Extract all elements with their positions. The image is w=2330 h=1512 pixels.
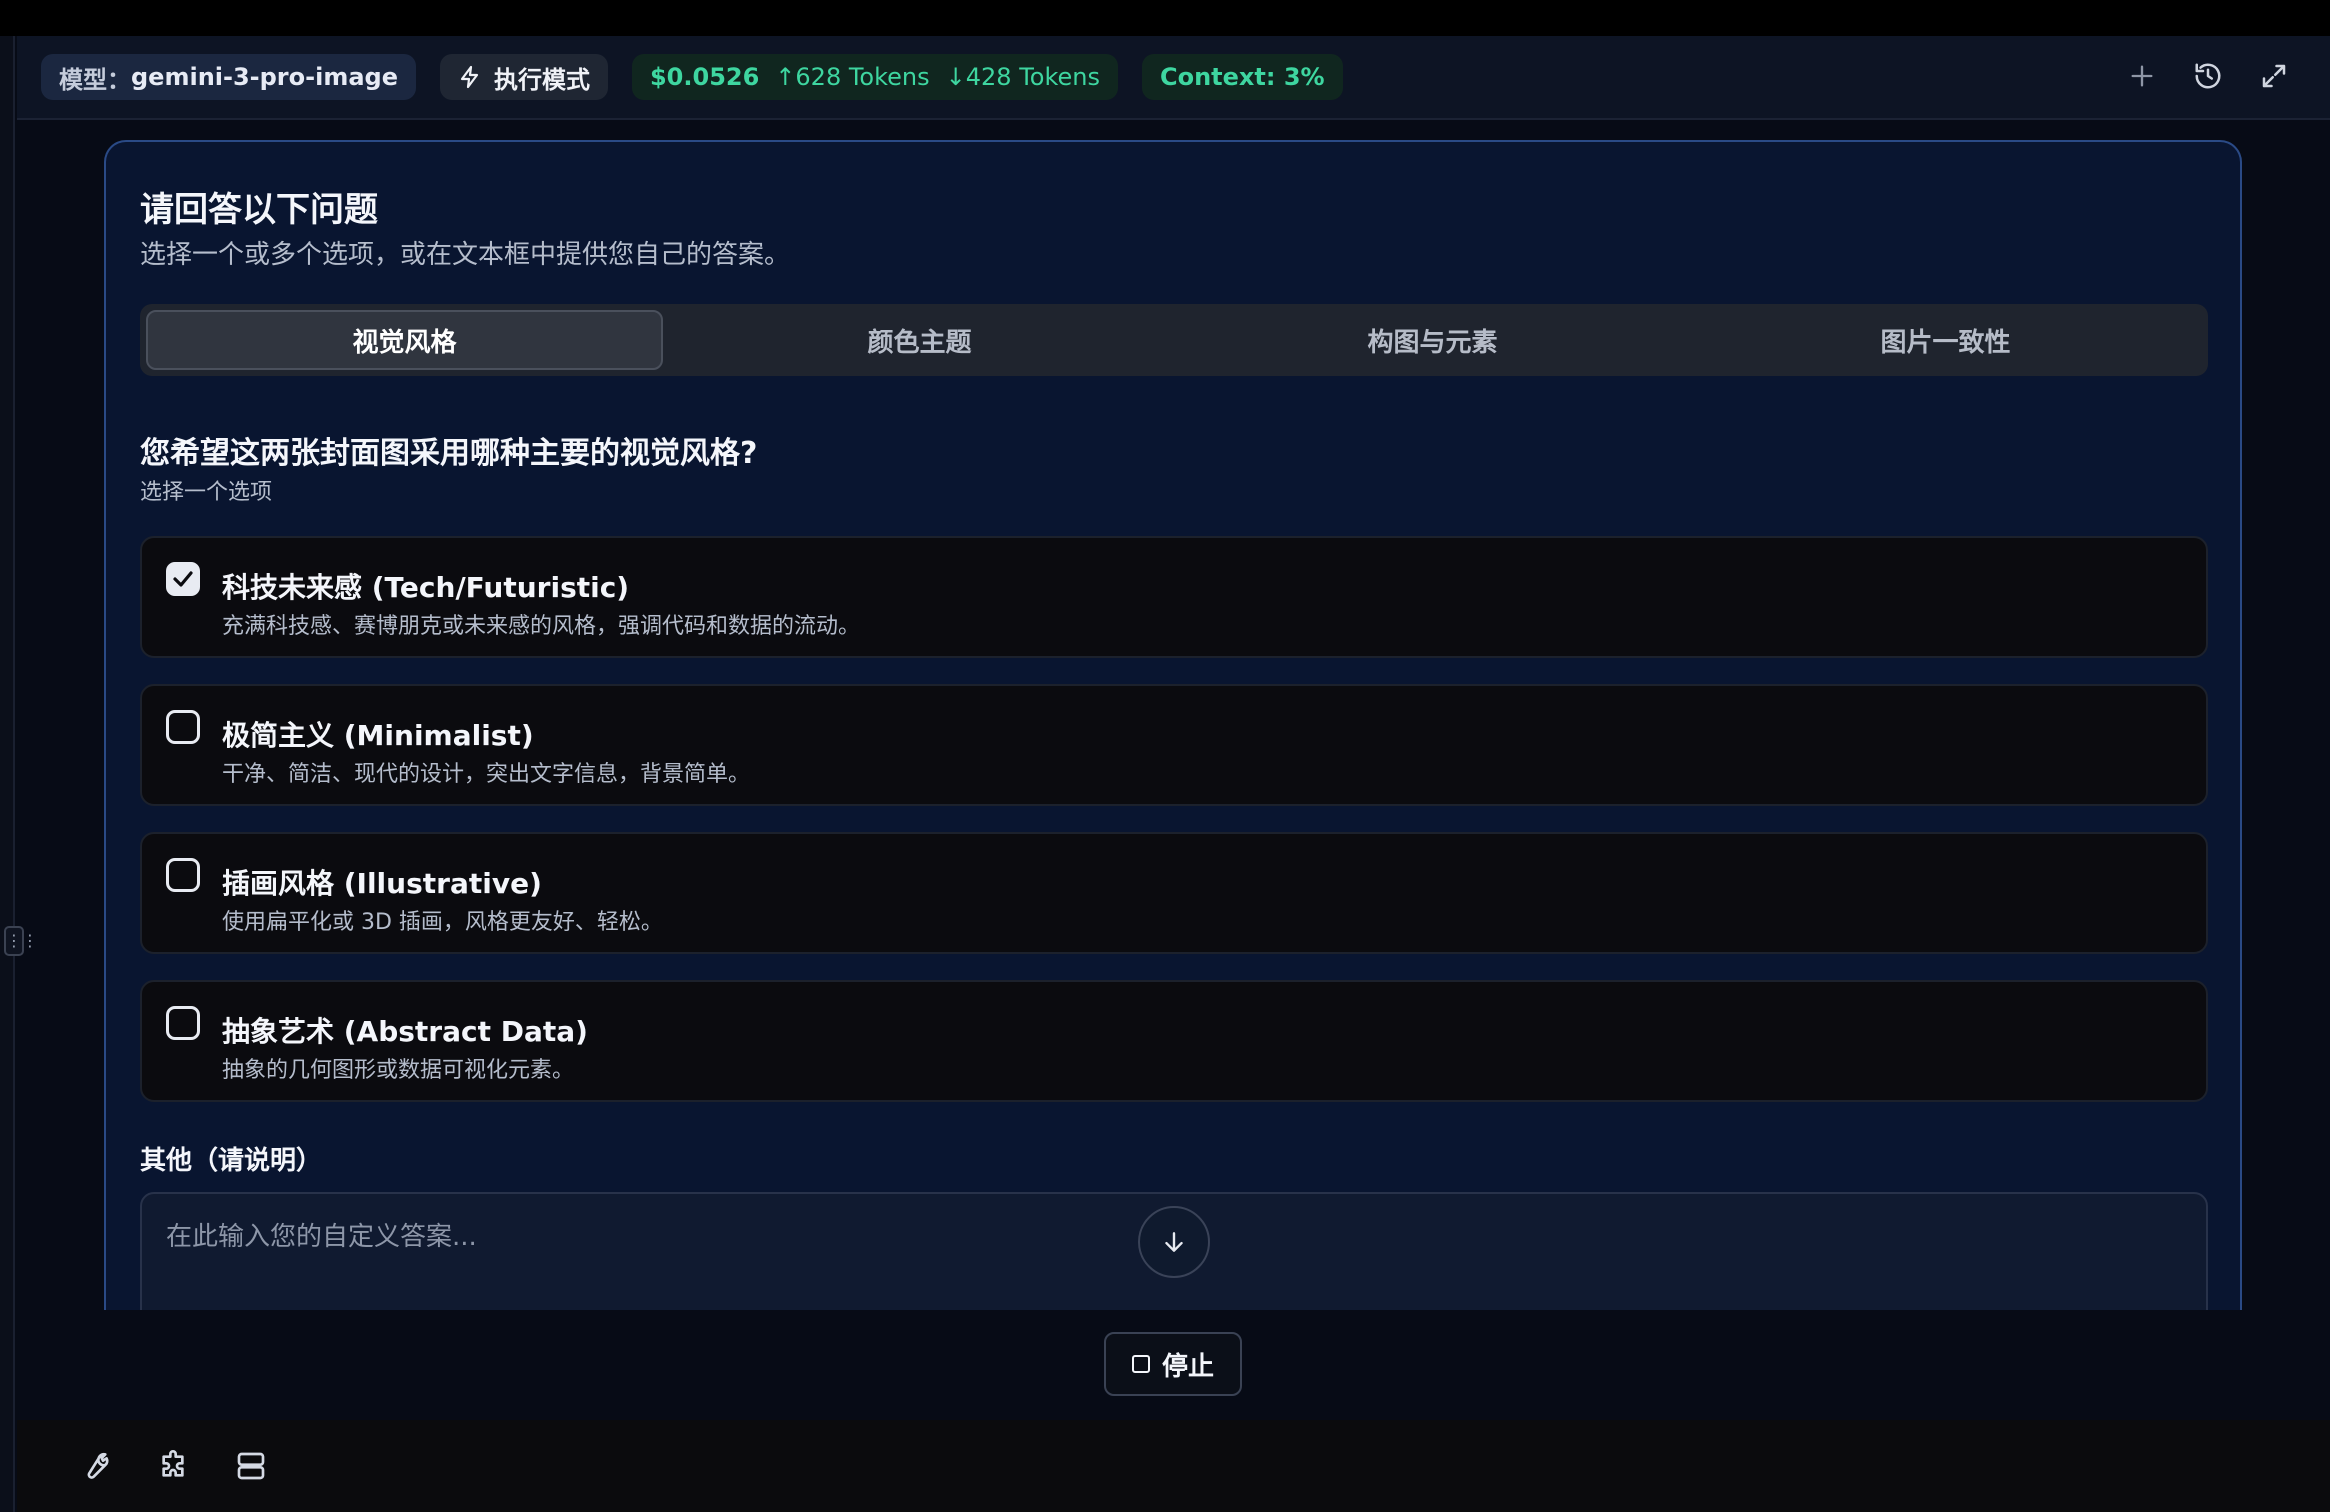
question-hint: 选择一个选项 — [140, 480, 273, 505]
question-tabs: 视觉风格 颜色主题 构图与元素 图片一致性 — [140, 304, 2208, 376]
history-icon — [2195, 63, 2221, 89]
tokens-up: ↑628 Tokens — [775, 63, 930, 91]
plugins-button[interactable] — [153, 1446, 193, 1486]
option-illustrative[interactable]: 插画风格 (Illustrative) 使用扁平化或 3D 插画，风格更友好、轻… — [140, 832, 2208, 954]
option-checkbox[interactable] — [166, 710, 200, 744]
tokens-down: ↓428 Tokens — [945, 63, 1100, 91]
new-button[interactable] — [2122, 56, 2162, 96]
arrow-down-icon — [1165, 1232, 1183, 1252]
question-title: 您希望这两张封面图采用哪种主要的视觉风格? — [140, 436, 758, 471]
option-desc: 干净、简洁、现代的设计，突出文字信息，背景简单。 — [222, 762, 751, 787]
option-checkbox[interactable] — [166, 1006, 200, 1040]
history-button[interactable] — [2188, 56, 2228, 96]
puzzle-icon — [162, 1450, 184, 1477]
question-card: 请回答以下问题 选择一个或多个选项，或在文本框中提供您自己的答案。 视觉风格 颜… — [104, 140, 2242, 1310]
option-desc: 抽象的几何图形或数据可视化元素。 — [222, 1058, 575, 1083]
stop-square-icon — [1131, 1355, 1150, 1373]
resize-handle-icon[interactable]: ⋮⋮ — [4, 926, 38, 956]
stop-button[interactable]: 停止 — [1104, 1332, 1242, 1396]
option-label: 抽象艺术 (Abstract Data) — [222, 1015, 588, 1048]
window-top-strip — [0, 0, 2330, 36]
servers-button[interactable] — [231, 1446, 271, 1486]
wrench-icon — [87, 1452, 109, 1479]
other-label: 其他（请说明） — [140, 1146, 323, 1176]
option-tech-futuristic[interactable]: 科技未来感 (Tech/Futuristic) 充满科技感、赛博朋克或未来感的风… — [140, 536, 2208, 658]
expand-icon — [2262, 64, 2286, 88]
context-value: Context: 3% — [1159, 63, 1325, 91]
context-badge: Context: 3% — [1141, 54, 1343, 100]
option-desc: 充满科技感、赛博朋克或未来感的风格，强调代码和数据的流动。 — [222, 614, 861, 639]
tab-visual-style[interactable]: 视觉风格 — [146, 310, 663, 370]
header-actions — [2122, 56, 2294, 96]
mode-label: 执行模式 — [493, 65, 590, 94]
stop-label: 停止 — [1161, 1351, 1214, 1382]
option-abstract-data[interactable]: 抽象艺术 (Abstract Data) 抽象的几何图形或数据可视化元素。 — [140, 980, 2208, 1102]
option-label: 科技未来感 (Tech/Futuristic) — [222, 571, 630, 604]
option-checkbox[interactable] — [166, 858, 200, 892]
server-icon — [237, 1452, 265, 1480]
card-title: 请回答以下问题 — [140, 190, 378, 230]
option-minimalist[interactable]: 极简主义 (Minimalist) 干净、简洁、现代的设计，突出文字信息，背景简… — [140, 684, 2208, 806]
plus-icon — [2131, 65, 2153, 87]
card-subtitle: 选择一个或多个选项，或在文本框中提供您自己的答案。 — [140, 240, 791, 270]
option-desc: 使用扁平化或 3D 插画，风格更友好、轻松。 — [222, 910, 663, 935]
scroll-down-button[interactable] — [1138, 1206, 1210, 1278]
cost-amount: $0.0526 — [649, 63, 760, 91]
option-label: 插画风格 (Illustrative) — [222, 867, 542, 900]
tools-button[interactable] — [75, 1446, 115, 1486]
expand-button[interactable] — [2254, 56, 2294, 96]
top-toolbar: 模型： gemini-3-pro-image 执行模式 $0.0526 ↑628… — [17, 36, 2330, 120]
left-rail — [0, 36, 15, 1512]
tab-color-theme[interactable]: 颜色主题 — [663, 310, 1176, 370]
cost-badge: $0.0526 ↑628 Tokens ↓428 Tokens — [631, 54, 1118, 100]
tab-consistency[interactable]: 图片一致性 — [1689, 310, 2202, 370]
mode-badge[interactable]: 执行模式 — [439, 54, 608, 100]
option-label: 极简主义 (Minimalist) — [222, 719, 534, 752]
model-label: 模型： — [59, 65, 131, 94]
check-icon — [173, 571, 193, 587]
model-badge[interactable]: 模型： gemini-3-pro-image — [41, 54, 416, 100]
lightning-icon — [460, 65, 479, 89]
model-value: gemini-3-pro-image — [131, 63, 398, 91]
option-checkbox[interactable] — [166, 562, 200, 596]
tab-composition[interactable]: 构图与元素 — [1176, 310, 1689, 370]
bottom-toolbar — [17, 1420, 2330, 1512]
